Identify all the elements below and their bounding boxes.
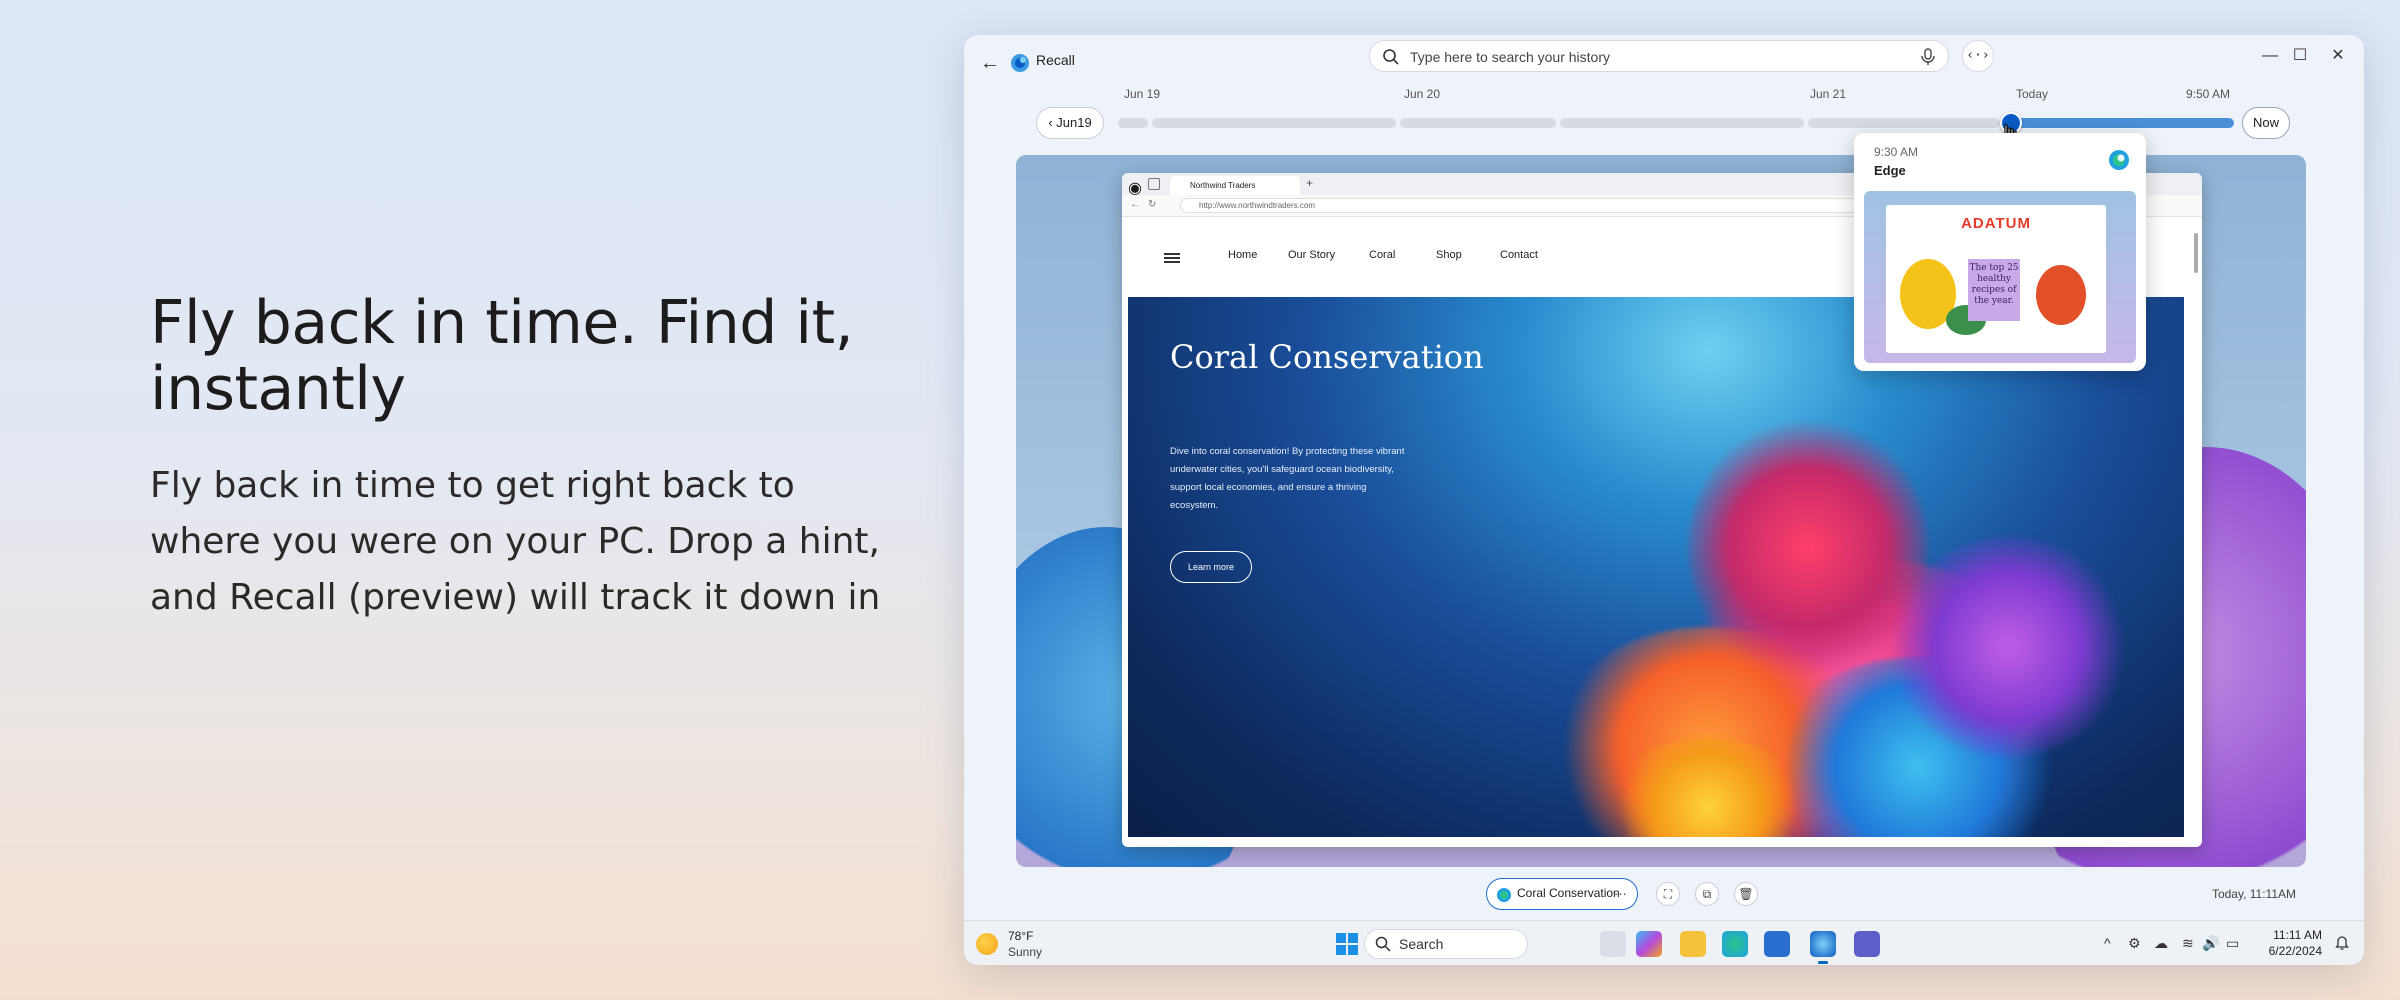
clock-date: 6/22/2024: [2268, 944, 2322, 958]
back-arrow-icon[interactable]: ←: [978, 51, 1002, 75]
promo-section: Fly back in time. Find it, instantly Fly…: [150, 290, 910, 626]
timeline-label-today: Today: [2016, 87, 2049, 101]
recall-taskbar-icon[interactable]: [1810, 931, 1836, 957]
timeline-segment[interactable]: [1808, 118, 2000, 128]
nav-link-coral[interactable]: Coral: [1369, 249, 1395, 261]
maximize-icon[interactable]: ☐: [2280, 43, 2320, 69]
timeline-segment[interactable]: [1152, 118, 1396, 128]
teams-icon[interactable]: [1854, 931, 1880, 957]
snapshot-title: Coral Conservation: [1517, 886, 1620, 900]
popup-time: 9:30 AM: [1874, 145, 1919, 159]
browser-back-icon[interactable]: ←: [1130, 199, 1140, 210]
learn-more-button[interactable]: Learn more: [1170, 551, 1252, 583]
battery-icon[interactable]: ▭: [2226, 935, 2239, 952]
chevron-up-icon[interactable]: ^: [2104, 935, 2111, 951]
timeline-segment-active[interactable]: [2016, 118, 2234, 128]
notification-bell-icon[interactable]: [2334, 935, 2350, 951]
scrollbar[interactable]: [2194, 233, 2198, 273]
taskbar-search[interactable]: Search: [1364, 929, 1528, 959]
title-bar: ← Recall Type here to search your histor…: [964, 35, 2364, 91]
clock-time: 11:11 AM: [2273, 928, 2322, 942]
tab-actions-icon[interactable]: [1148, 178, 1160, 190]
edge-icon: [1497, 888, 1511, 902]
new-tab-icon[interactable]: +: [1306, 176, 1313, 190]
store-icon[interactable]: [1764, 931, 1790, 957]
edge-icon[interactable]: [1722, 931, 1748, 957]
browser-refresh-icon[interactable]: ↻: [1148, 199, 1156, 210]
promo-body: Fly back in time to get right back to wh…: [150, 465, 881, 618]
volume-icon[interactable]: 🔊: [2202, 935, 2219, 952]
previous-day-label: Jun19: [1056, 115, 1092, 130]
active-app-indicator: [1818, 961, 1828, 964]
hero-description: Dive into coral conservation! By protect…: [1170, 446, 1405, 511]
nav-link-home[interactable]: Home: [1228, 249, 1257, 261]
now-button[interactable]: Now: [2242, 107, 2290, 139]
profile-icon[interactable]: ◉: [1128, 178, 1142, 197]
sun-icon[interactable]: [976, 933, 998, 955]
nav-link-our-story[interactable]: Our Story: [1288, 249, 1335, 261]
search-placeholder: Type here to search your history: [1410, 49, 1610, 65]
settings-gear-icon[interactable]: ⚙: [2128, 935, 2141, 952]
snapshot-toolbar: Coral Conservation ··· ⛶ ⧉ 🗑 Today, 11:1…: [964, 873, 2364, 913]
more-options-icon[interactable]: ···: [1614, 879, 1627, 908]
nav-link-shop[interactable]: Shop: [1436, 249, 1462, 261]
copilot-icon[interactable]: [1636, 931, 1662, 957]
timeline-segment[interactable]: [1560, 118, 1804, 128]
system-clock[interactable]: 11:11 AM 6/22/2024: [2269, 927, 2322, 959]
thumbnail-page: ADATUM The top 25 healthy recipes of the…: [1886, 205, 2106, 353]
edge-icon: [2109, 150, 2129, 170]
timeline-segment[interactable]: [1118, 118, 1148, 128]
snapshot-timestamp: Today, 11:11AM: [2211, 887, 2296, 901]
snapshot-title-chip[interactable]: Coral Conservation ···: [1486, 878, 1638, 910]
microphone-icon[interactable]: [1920, 48, 1936, 66]
app-title: Recall: [1036, 52, 1075, 68]
browser-tab[interactable]: Northwind Traders: [1170, 176, 1300, 195]
promo-heading: Fly back in time. Find it, instantly: [150, 288, 854, 424]
thumbnail-food-image: [2036, 265, 2086, 325]
code-view-button[interactable]: ‹·›: [1962, 40, 1994, 72]
search-icon: [1383, 49, 1399, 65]
popup-thumbnail: ADATUM The top 25 healthy recipes of the…: [1864, 191, 2136, 363]
popup-app-name: Edge: [1874, 163, 1906, 178]
delete-icon[interactable]: 🗑: [1734, 882, 1758, 906]
search-icon: [1375, 936, 1391, 952]
thumbnail-headline: The top 25 healthy recipes of the year.: [1968, 259, 2020, 321]
snapshot-popup[interactable]: 9:30 AM Edge ADATUM The top 25 healthy r…: [1854, 133, 2146, 371]
cloud-icon[interactable]: ☁: [2154, 935, 2168, 952]
taskbar-search-label: Search: [1399, 936, 1444, 952]
hero-banner: Coral Conservation Dive into coral conse…: [1128, 297, 2184, 837]
copy-icon[interactable]: ⧉: [1695, 882, 1719, 906]
previous-day-button[interactable]: ‹ Jun19: [1036, 107, 1104, 139]
windows-start-icon[interactable]: [1336, 933, 1358, 955]
timeline-label-jun20: Jun 20: [1404, 87, 1441, 101]
timeline-label-jun19: Jun 19: [1124, 87, 1161, 101]
coral-image: [1888, 537, 2128, 757]
click-to-do-icon[interactable]: ⛶: [1656, 882, 1680, 906]
taskbar: 78°F Sunny Search ^ ⚙ ☁ ≋ 🔊 ▭ 11:11 AM 6…: [964, 920, 2364, 965]
thumbnail-brand: ADATUM: [1961, 215, 2031, 232]
timeline-label-time: 9:50 AM: [2186, 87, 2231, 101]
timeline-segment[interactable]: [1400, 118, 1556, 128]
history-search-input[interactable]: Type here to search your history: [1369, 40, 1949, 72]
weather-temperature[interactable]: 78°F: [1008, 929, 1033, 943]
weather-condition[interactable]: Sunny: [1008, 945, 1042, 959]
file-explorer-icon[interactable]: [1680, 931, 1706, 957]
hero-title: Coral Conservation: [1170, 338, 1484, 376]
recall-logo-icon: [1011, 54, 1029, 72]
timeline-label-jun21: Jun 21: [1810, 87, 1847, 101]
recall-window: ← Recall Type here to search your histor…: [964, 35, 2364, 965]
wifi-icon[interactable]: ≋: [2182, 935, 2194, 952]
url-field[interactable]: http://www.northwindtraders.com: [1180, 198, 1880, 213]
nav-link-contact[interactable]: Contact: [1500, 249, 1538, 261]
close-icon[interactable]: ✕: [2318, 43, 2358, 69]
task-view-icon[interactable]: [1600, 931, 1626, 957]
hamburger-menu-icon[interactable]: [1164, 253, 1180, 263]
